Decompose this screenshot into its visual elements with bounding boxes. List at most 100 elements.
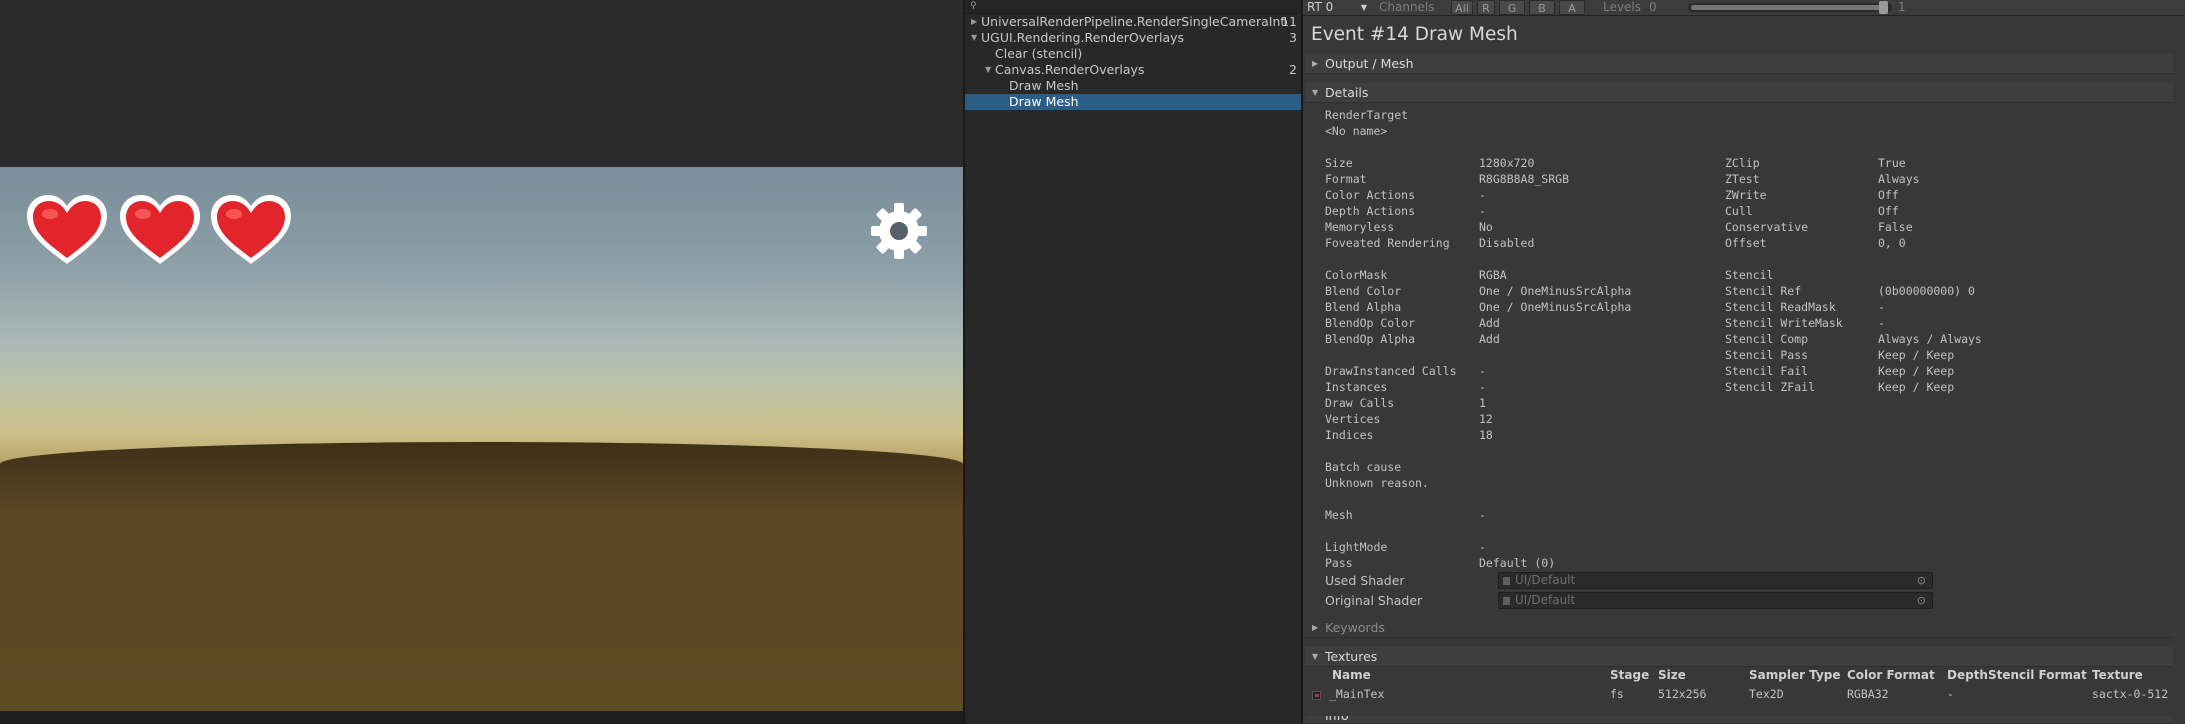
detail-key: Stencil Ref (1725, 284, 1802, 298)
used-shader-label: Used Shader (1325, 573, 1405, 588)
tree-search-input[interactable]: ⚲ (965, 0, 1301, 14)
detail-key: Instances (1325, 380, 1388, 394)
textures-col-header: Color Format (1847, 668, 1935, 682)
chevron-right-icon: ▶ (1312, 623, 1319, 632)
textures-col-header: Sampler Type (1749, 668, 1841, 682)
section-details[interactable]: ▼ Details (1305, 83, 2173, 103)
game-view (0, 0, 963, 724)
section-title: Output / Mesh (1325, 56, 1414, 71)
detail-key: Depth Actions (1325, 204, 1416, 218)
chevron-down-icon[interactable]: ▼ (985, 62, 991, 78)
detail-key: Stencil ZFail (1725, 380, 1816, 394)
detail-key: Memoryless (1325, 220, 1395, 234)
tree-row-selected[interactable]: Draw Mesh (965, 94, 1301, 110)
tree-row-label: Clear (stencil) (995, 46, 1083, 61)
detail-value: One / OneMinusSrcAlpha (1479, 284, 1632, 298)
heart-icon (27, 195, 107, 264)
render-target-value: RT 0 (1307, 0, 1334, 14)
tree-row[interactable]: ▶ UniversalRenderPipeline.RenderSingleCa… (965, 14, 1301, 30)
chevron-down-icon: ▼ (1312, 652, 1319, 661)
detail-value: Always / Always (1878, 332, 1982, 346)
detail-key: Draw Calls (1325, 396, 1395, 410)
tree-row[interactable]: Draw Mesh (965, 78, 1301, 94)
channel-r-button[interactable]: R (1477, 0, 1495, 15)
mesh-value: - (1479, 508, 1486, 522)
detail-value: Keep / Keep (1878, 348, 1955, 362)
channel-all-button[interactable]: All (1451, 0, 1473, 15)
detail-value: Keep / Keep (1878, 380, 1955, 394)
detail-key: Stencil WriteMask (1725, 316, 1843, 330)
levels-min: 0 (1649, 0, 1657, 14)
chevron-down-icon: ▼ (1312, 88, 1319, 97)
detail-key: Format (1325, 172, 1367, 186)
detail-value: Add (1479, 316, 1500, 330)
detail-value: Always (1878, 172, 1920, 186)
ground (0, 442, 963, 711)
section-output-mesh[interactable]: ▶ Output / Mesh (1305, 54, 2173, 74)
detail-value: True (1878, 156, 1906, 170)
event-title: Event #14 Draw Mesh (1311, 24, 1518, 45)
section-keywords[interactable]: ▶ Keywords (1305, 618, 2173, 638)
detail-value: RGBA (1479, 268, 1507, 282)
detail-key: DrawInstanced Calls (1325, 364, 1457, 378)
detail-key: Stencil (1725, 268, 1774, 282)
gear-icon[interactable] (870, 202, 928, 260)
tree-row[interactable]: ▼ UGUI.Rendering.RenderOverlays 3 (965, 30, 1301, 46)
detail-value: - (1479, 364, 1486, 378)
pass-label: Pass (1325, 556, 1353, 570)
detail-key: Stencil Comp (1725, 332, 1809, 346)
detail-key: Foveated Rendering (1325, 236, 1450, 250)
chevron-down-icon[interactable]: ▼ (971, 30, 977, 46)
texture-cell: _MainTex (1329, 687, 1385, 701)
chevron-right-icon: ▶ (1312, 59, 1319, 68)
detail-value: Off (1878, 188, 1899, 202)
detail-key: Stencil Pass (1725, 348, 1809, 362)
detail-value: No (1479, 220, 1493, 234)
channel-a-button[interactable]: A (1559, 0, 1585, 15)
render-target-dropdown[interactable]: RT 0 ▼ (1307, 0, 1371, 15)
detail-key: Blend Alpha (1325, 300, 1402, 314)
tree-row-label: UGUI.Rendering.RenderOverlays (981, 30, 1185, 45)
tree-row-label: Draw Mesh (1009, 78, 1079, 93)
shader-icon (1503, 577, 1510, 585)
section-textures[interactable]: ▼ Textures (1305, 647, 2173, 667)
detail-value: 12 (1479, 412, 1493, 426)
channel-b-button[interactable]: B (1529, 0, 1555, 15)
detail-value: Keep / Keep (1878, 364, 1955, 378)
detail-key: ColorMask (1325, 268, 1388, 282)
tree-row[interactable]: ▼ Canvas.RenderOverlays 2 (965, 62, 1301, 78)
object-picker-icon[interactable]: ⊙ (1917, 593, 1926, 608)
object-picker-icon[interactable]: ⊙ (1917, 573, 1926, 588)
batch-cause-value: Unknown reason. (1325, 476, 1429, 490)
channel-g-button[interactable]: G (1499, 0, 1525, 15)
detail-key: ZClip (1725, 156, 1760, 170)
used-shader-field[interactable]: UI/Default ⊙ (1498, 572, 1933, 589)
chevron-down-icon: ▼ (1360, 3, 1367, 12)
detail-key: Color Actions (1325, 188, 1416, 202)
original-shader-field[interactable]: UI/Default ⊙ (1498, 592, 1933, 609)
texture-icon (1312, 691, 1321, 700)
detail-value: - (1479, 204, 1486, 218)
levels-label: Levels (1603, 0, 1641, 14)
shader-icon (1503, 597, 1510, 605)
render-target-value: <No name> (1325, 124, 1388, 138)
mesh-label: Mesh (1325, 508, 1353, 522)
event-tree: ⚲ ▶ UniversalRenderPipeline.RenderSingle… (965, 0, 1301, 724)
levels-slider[interactable] (1688, 1, 1892, 14)
lightmode-label: LightMode (1325, 540, 1388, 554)
levels-slider-fill (1691, 5, 1885, 10)
textures-col-header: Size (1658, 668, 1686, 682)
textures-col-header: DepthStencil Format (1947, 668, 2087, 682)
detail-value: Off (1878, 204, 1899, 218)
levels-slider-handle[interactable] (1879, 1, 1888, 14)
detail-value: Add (1479, 332, 1500, 346)
section-info[interactable]: Info (1305, 716, 2173, 724)
texture-cell: sactx-0-512 (2092, 687, 2169, 701)
channels-label: Channels (1379, 0, 1435, 14)
textures-col-header: Stage (1610, 668, 1650, 682)
detail-value: - (1479, 380, 1486, 394)
tree-row[interactable]: Clear (stencil) (965, 46, 1301, 62)
detail-key: Cull (1725, 204, 1753, 218)
detail-key: Offset (1725, 236, 1767, 250)
chevron-right-icon[interactable]: ▶ (971, 14, 977, 30)
